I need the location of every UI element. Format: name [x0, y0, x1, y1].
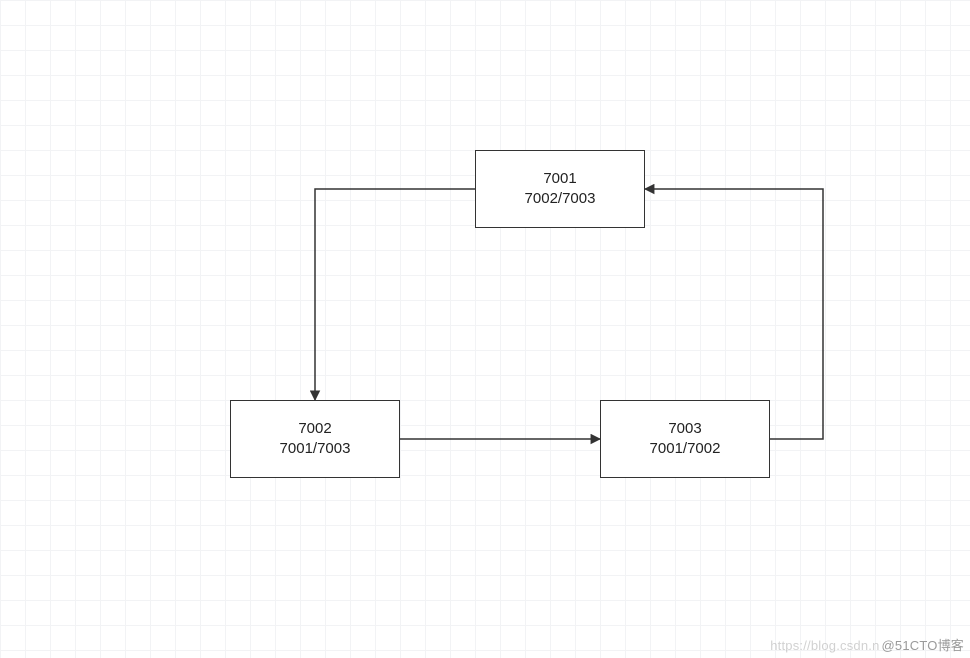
diagram-canvas: 7001 7002/7003 7002 7001/7003 7003 7001/…	[0, 0, 970, 658]
edge-a-to-b	[315, 189, 475, 400]
node-7001-sub: 7002/7003	[525, 189, 596, 209]
node-7002-title: 7002	[298, 419, 331, 439]
node-7003-title: 7003	[668, 419, 701, 439]
node-7002: 7002 7001/7003	[230, 400, 400, 478]
node-7003-sub: 7001/7002	[650, 439, 721, 459]
edges-layer	[0, 0, 970, 658]
watermark-faint: https://blog.csdn.n	[770, 638, 879, 653]
watermark-main: @51CTO博客	[882, 638, 964, 653]
node-7001: 7001 7002/7003	[475, 150, 645, 228]
watermark: https://blog.csdn.n@51CTO博客	[770, 635, 964, 654]
node-7003: 7003 7001/7002	[600, 400, 770, 478]
node-7001-title: 7001	[543, 169, 576, 189]
node-7002-sub: 7001/7003	[280, 439, 351, 459]
